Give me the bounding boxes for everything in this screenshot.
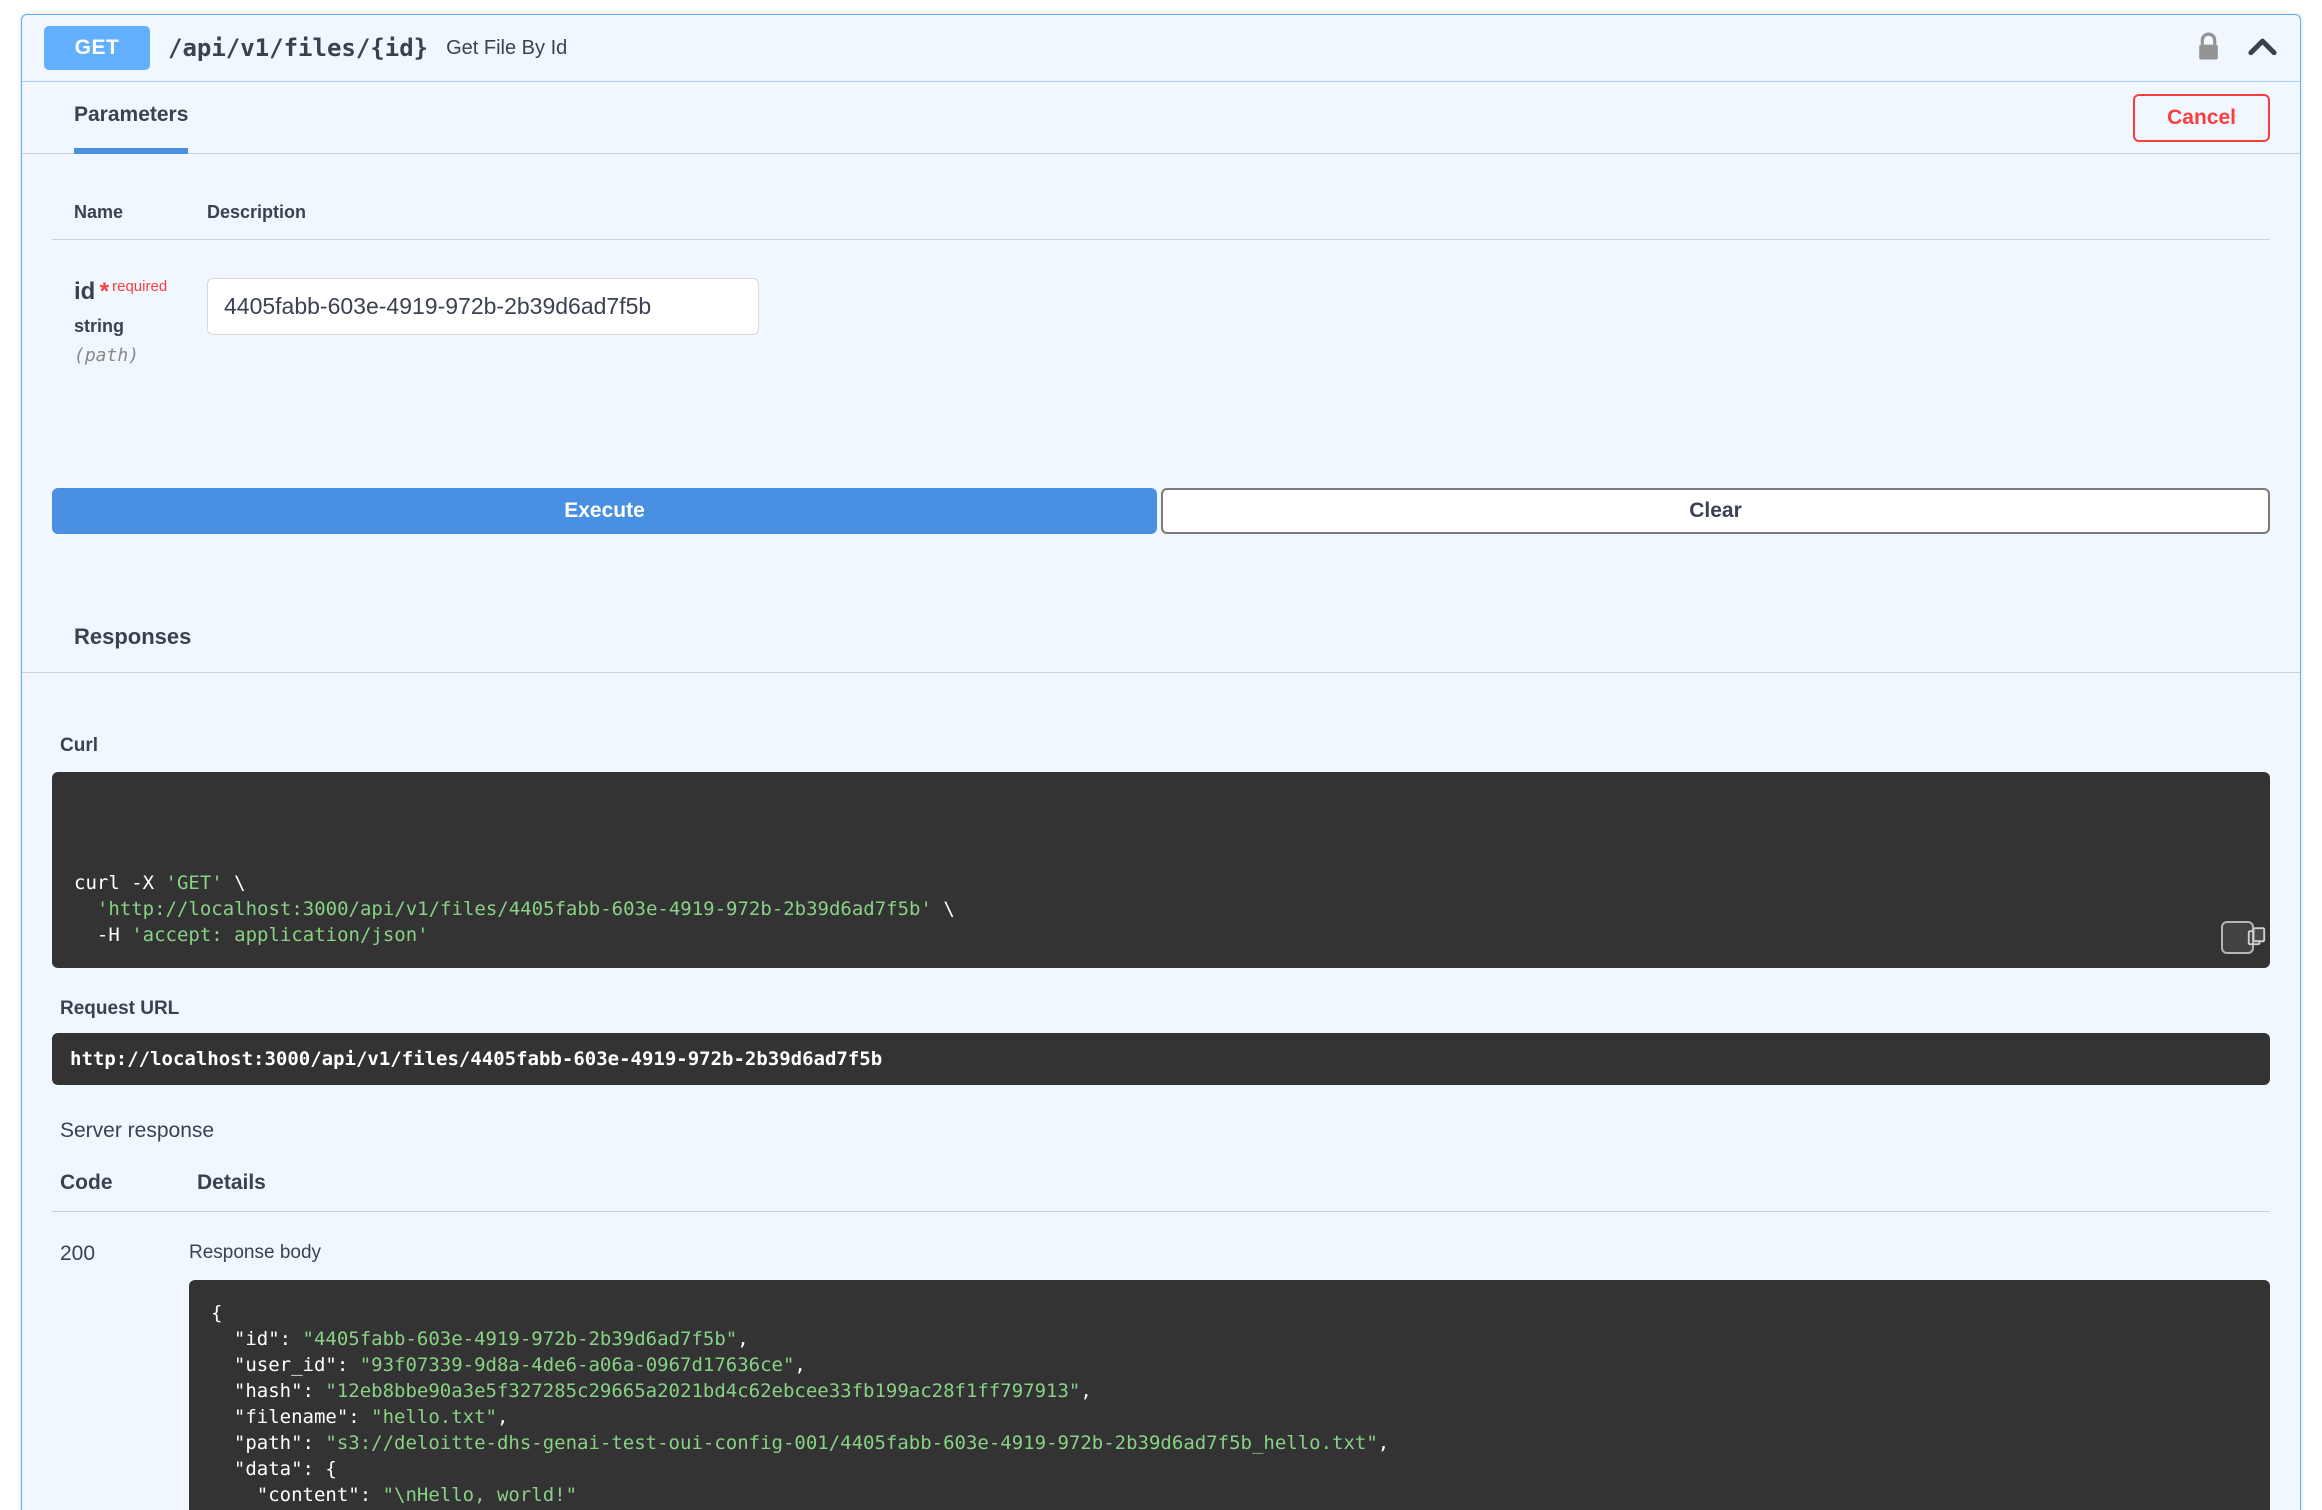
parameters-tab-bar: Parameters Cancel [22,82,2300,154]
responses-section-title: Responses [22,584,2300,673]
response-body-label: Response body [189,1242,322,1263]
execute-button[interactable]: Execute [52,488,1157,534]
response-body-block: { "id": "4405fabb-603e-4919-972b-2b39d6a… [189,1280,2270,1510]
server-response-table-header: Code Details [52,1171,2270,1212]
server-response-row: 200 Response body { "id": "4405fabb-603e… [52,1212,2270,1510]
curl-label: Curl [60,735,98,756]
required-label: required [112,278,168,295]
description-column-header: Description [207,202,307,222]
code-line: "path": "s3://deloitte-dhs-genai-test-ou… [211,1432,1390,1454]
request-url-value: http://localhost:3000/api/v1/files/4405f… [52,1033,2270,1085]
code-line: curl -X 'GET' \ [74,872,246,894]
code-line: 'http://localhost:3000/api/v1/files/4405… [96,898,955,920]
code-line: "hash": "12eb8bbe90a3e5f327285c29665a202… [211,1380,1092,1402]
clear-button[interactable]: Clear [1161,488,2270,534]
parameter-location: (path) [74,345,140,366]
parameter-meta: id * required string (path) [52,278,207,366]
curl-code-block: curl -X 'GET' \ 'http://localhost:3000/a… [52,772,2270,968]
status-code: 200 [60,1242,96,1265]
details-column-header: Details [197,1171,266,1194]
code-line: "filename": "hello.txt", [211,1406,509,1428]
tab-parameters[interactable]: Parameters [74,82,189,154]
auth-lock-button[interactable] [2196,31,2221,65]
code-line: "id": "4405fabb-603e-4919-972b-2b39d6ad7… [211,1328,749,1350]
parameter-value-cell [207,278,759,366]
tab-parameters-label: Parameters [74,103,189,126]
collapse-operation-button[interactable] [2247,37,2278,59]
operation-summary-header[interactable]: GET /api/v1/files/{id} Get File By Id [22,15,2300,82]
code-line: "data": { [211,1458,337,1480]
copy-curl-button[interactable] [2221,921,2265,954]
lock-icon [2196,31,2221,65]
code-line: "content": "\nHello, world!" [211,1484,578,1506]
responses-content: Curl curl -X 'GET' \ 'http://localhost:3… [22,735,2300,1510]
required-star: * [99,278,110,305]
parameters-table-header: Name Description [52,154,2270,240]
code-line: "user_id": "93f07339-9d8a-4de6-a06a-0967… [211,1354,806,1376]
name-column-header: Name [74,202,124,222]
endpoint-path: /api/v1/files/{id} [168,34,429,62]
endpoint-summary: Get File By Id [446,36,568,59]
code-line: -H 'accept: application/json' [74,924,429,946]
execute-row: Execute Clear [22,426,2300,584]
parameter-row-id: id * required string (path) [52,240,2270,426]
parameter-name: id [74,278,96,305]
code-column-header: Code [60,1171,113,1194]
request-url-label: Request URL [60,998,180,1019]
clipboard-icon [2209,912,2265,964]
parameters-body: Name Description id * required string (pa… [22,154,2300,426]
operation-block-get-file-by-id: GET /api/v1/files/{id} Get File By Id Pa… [21,14,2301,1510]
parameter-id-input[interactable] [207,278,759,335]
response-details-cell: Response body { "id": "4405fabb-603e-491… [189,1242,2270,1510]
server-response-label: Server response [60,1119,215,1142]
chevron-up-icon [2247,37,2278,59]
parameter-type: string [74,316,125,336]
http-method-badge: GET [44,26,150,70]
code-line: { [211,1302,223,1324]
cancel-button[interactable]: Cancel [2133,93,2270,142]
